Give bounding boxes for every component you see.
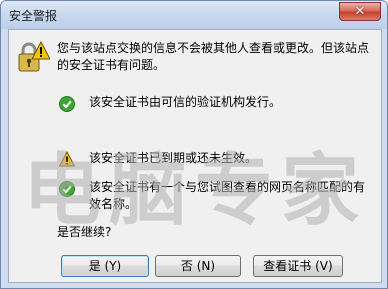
- continue-question: 是否继续?: [57, 225, 112, 239]
- dialog-body: 您与该站点交换的信息不会被其他人查看或更改。但该站点的安全证书有问题。 该安全证…: [8, 29, 382, 283]
- no-button[interactable]: 否 (N): [155, 255, 241, 277]
- certificate-issuer-status: 该安全证书由可信的验证机构发行。: [89, 95, 282, 109]
- view-certificate-button[interactable]: 查看证书 (V): [253, 255, 343, 277]
- security-alert-dialog: 安全警报 ✕ 您与该站点交换的信息不会被其他人查看或更改。但该站点的安全证书有问…: [0, 0, 388, 289]
- window-title: 安全警报: [9, 9, 58, 23]
- certificate-expiry-status: 该安全证书已到期或还未生效。: [89, 151, 258, 165]
- certificate-name-status: 该安全证书有一个与您试图查看的网页名称匹配的有效名称。: [89, 180, 366, 211]
- check-icon: [59, 181, 75, 197]
- warning-icon: [59, 151, 75, 167]
- alert-message: 您与该站点交换的信息不会被其他人查看或更改。但该站点的安全证书有问题。: [57, 41, 370, 72]
- security-lock-warning-icon: [18, 40, 50, 72]
- yes-button[interactable]: 是 (Y): [61, 255, 149, 277]
- close-button[interactable]: ✕: [339, 2, 381, 21]
- check-icon: [59, 96, 75, 112]
- close-icon: ✕: [354, 4, 366, 19]
- title-bar[interactable]: 安全警报 ✕: [1, 1, 387, 29]
